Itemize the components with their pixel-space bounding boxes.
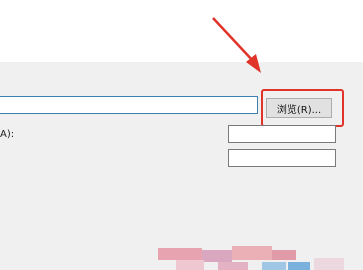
annotation-arrow [212, 17, 261, 73]
blurred-mosaic [158, 244, 363, 270]
